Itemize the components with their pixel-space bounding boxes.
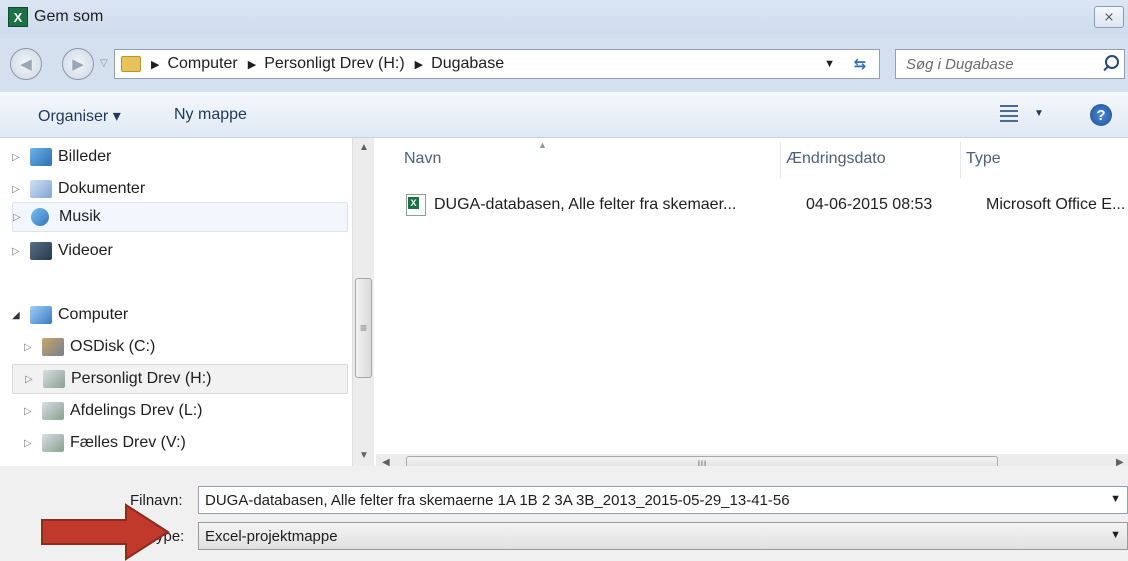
network-drive-icon	[42, 434, 64, 452]
nav-item-label: Musik	[59, 208, 101, 225]
nav-vertical-scrollbar[interactable]: ▲ ≡ ▼	[352, 138, 374, 466]
file-list: ▲ Navn Ændringsdato Type DUGA-databasen,…	[376, 138, 1128, 476]
address-row: ◀ ▶ ▽ ▶ Computer ▶ Personligt Drev (H:) …	[0, 34, 1128, 92]
annotation-arrow-icon	[41, 503, 170, 561]
command-bar: Organiser ▾ Ny mappe ▼ ?	[0, 92, 1128, 138]
back-arrow-icon: ◀	[20, 56, 32, 73]
column-header-date[interactable]: Ændringsdato	[786, 138, 886, 180]
column-header-type[interactable]: Type	[966, 138, 1001, 180]
filename-dropdown-icon[interactable]: ▼	[1110, 493, 1121, 505]
window-title: Gem som	[34, 8, 104, 25]
refresh-button[interactable]: ⇆	[845, 53, 875, 75]
file-name: DUGA-databasen, Alle felter fra skemaer.…	[434, 196, 737, 213]
search-box[interactable]: Søg i Dugabase	[895, 49, 1125, 79]
forward-arrow-icon: ▶	[72, 56, 84, 73]
back-button[interactable]: ◀	[10, 48, 42, 80]
help-icon[interactable]: ?	[1090, 104, 1112, 126]
filetype-value[interactable]: Excel-projektmappe	[205, 528, 338, 545]
address-bar[interactable]: ▶ Computer ▶ Personligt Drev (H:) ▶ Duga…	[114, 49, 880, 79]
breadcrumb-computer[interactable]: Computer	[167, 55, 237, 73]
nav-item-personligt-drev[interactable]: ▷ Personligt Drev (H:)	[12, 364, 348, 394]
nav-item-label: Videoer	[58, 242, 113, 259]
videos-icon	[30, 242, 52, 260]
nav-item-label: Billeder	[58, 148, 112, 165]
file-date: 04-06-2015 08:53	[806, 196, 933, 213]
file-type: Microsoft Office E...	[986, 196, 1126, 213]
nav-item-label: OSDisk (C:)	[70, 338, 156, 355]
folder-icon	[121, 56, 141, 72]
scroll-down-icon[interactable]: ▼	[359, 450, 369, 461]
nav-item-osdisk[interactable]: ▷ OSDisk (C:)	[24, 332, 155, 362]
filename-value[interactable]: DUGA-databasen, Alle felter fra skemaern…	[205, 492, 790, 509]
expand-icon[interactable]: ▷	[12, 246, 26, 257]
breadcrumb-separator-icon[interactable]: ▶	[415, 58, 423, 71]
address-dropdown-icon[interactable]: ▼	[824, 58, 835, 70]
navigation-pane: ▷ Billeder ▷ Dokumenter ▷ Musik ▷ Videoe…	[0, 138, 375, 466]
computer-icon	[30, 306, 52, 324]
nav-item-dokumenter[interactable]: ▷ Dokumenter	[12, 174, 145, 204]
breadcrumb-personal-drive[interactable]: Personligt Drev (H:)	[264, 55, 404, 73]
view-options-icon[interactable]	[1000, 105, 1018, 123]
close-button[interactable]: ⨯	[1094, 6, 1124, 28]
search-input[interactable]: Søg i Dugabase	[906, 56, 1100, 73]
expand-icon[interactable]: ▷	[13, 212, 27, 223]
nav-item-computer[interactable]: ◢ Computer	[12, 300, 128, 330]
nav-item-label: Fælles Drev (V:)	[70, 434, 186, 451]
expand-icon[interactable]: ▷	[24, 342, 38, 353]
nav-item-label: Dokumenter	[58, 180, 146, 197]
breadcrumb-dugabase[interactable]: Dugabase	[431, 55, 504, 73]
nav-item-musik[interactable]: ▷ Musik	[12, 202, 348, 232]
breadcrumb-separator-icon[interactable]: ▶	[248, 58, 256, 71]
view-dropdown-icon[interactable]: ▼	[1034, 108, 1044, 119]
title-bar: X Gem som ⨯	[0, 0, 1128, 34]
recent-locations-dropdown[interactable]: ▽	[100, 58, 108, 69]
network-drive-icon	[43, 370, 65, 388]
expand-icon[interactable]: ▷	[12, 152, 26, 163]
expand-icon[interactable]: ▷	[25, 374, 39, 385]
scroll-up-icon[interactable]: ▲	[359, 142, 369, 153]
nav-item-afdelings-drev[interactable]: ▷ Afdelings Drev (L:)	[24, 396, 203, 426]
collapse-icon[interactable]: ◢	[12, 310, 26, 321]
forward-button[interactable]: ▶	[62, 48, 94, 80]
filetype-dropdown-icon[interactable]: ▼	[1110, 529, 1121, 541]
music-icon	[31, 208, 49, 226]
nav-item-label: Personligt Drev (H:)	[71, 370, 212, 387]
excel-file-icon	[406, 194, 426, 216]
nav-item-billeder[interactable]: ▷ Billeder	[12, 142, 111, 172]
new-folder-button[interactable]: Ny mappe	[174, 106, 247, 124]
column-divider[interactable]	[960, 142, 961, 178]
sort-ascending-icon: ▲	[538, 140, 547, 150]
network-drive-icon	[42, 402, 64, 420]
expand-icon[interactable]: ▷	[12, 184, 26, 195]
pictures-icon	[30, 148, 52, 166]
nav-item-label: Computer	[58, 306, 129, 323]
nav-item-videoer[interactable]: ▷ Videoer	[12, 236, 113, 266]
organize-button[interactable]: Organiser ▾	[38, 106, 121, 126]
file-row[interactable]: DUGA-databasen, Alle felter fra skemaer.…	[406, 190, 1128, 220]
disk-icon	[42, 338, 64, 356]
nav-item-faelles-drev[interactable]: ▷ Fælles Drev (V:)	[24, 428, 186, 458]
filetype-select[interactable]: Excel-projektmappe ▼	[198, 522, 1128, 550]
breadcrumb-separator-icon[interactable]: ▶	[151, 58, 159, 71]
documents-icon	[30, 180, 52, 198]
expand-icon[interactable]: ▷	[24, 438, 38, 449]
filename-field[interactable]: DUGA-databasen, Alle felter fra skemaern…	[198, 486, 1128, 514]
expand-icon[interactable]: ▷	[24, 406, 38, 417]
search-icon[interactable]	[1100, 52, 1124, 76]
scrollbar-thumb[interactable]: ≡	[355, 278, 372, 378]
refresh-icon: ⇆	[853, 56, 867, 73]
column-divider[interactable]	[780, 142, 781, 178]
column-header-name[interactable]: Navn	[404, 138, 441, 180]
excel-app-icon: X	[8, 7, 28, 27]
nav-item-label: Afdelings Drev (L:)	[70, 402, 203, 419]
